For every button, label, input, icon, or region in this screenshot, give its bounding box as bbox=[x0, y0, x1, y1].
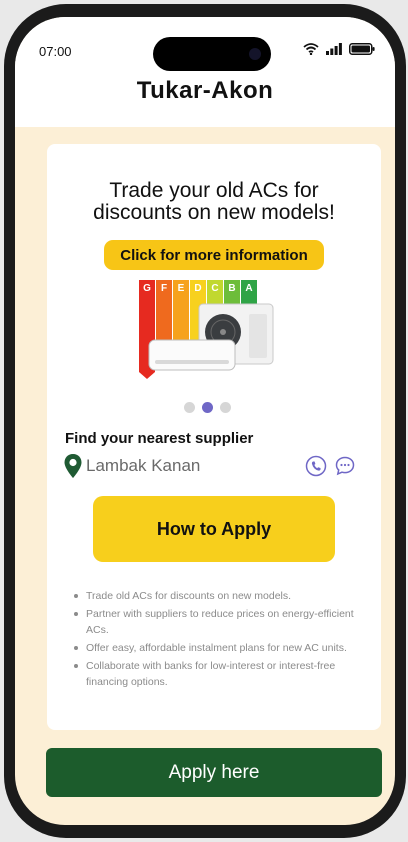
outdoor-panel bbox=[249, 314, 267, 358]
indoor-vent bbox=[155, 360, 229, 364]
phone-icon bbox=[305, 455, 327, 477]
more-info-button[interactable]: Click for more information bbox=[104, 240, 324, 270]
app-title: Tukar-Akon bbox=[136, 77, 274, 104]
indoor-unit bbox=[148, 339, 236, 371]
status-time: 07:00 bbox=[39, 44, 72, 59]
energy-grade-label: E bbox=[178, 283, 185, 294]
energy-grade-label: F bbox=[161, 283, 167, 294]
fan-hub bbox=[220, 329, 226, 335]
energy-grade-label: D bbox=[194, 283, 201, 294]
chat-bubble-icon bbox=[335, 456, 355, 476]
benefit-item: Offer easy, affordable instalment plans … bbox=[73, 640, 363, 656]
benefit-item: Partner with suppliers to reduce prices … bbox=[73, 606, 363, 638]
call-supplier-button[interactable] bbox=[305, 455, 327, 477]
energy-grade-label: A bbox=[245, 283, 252, 294]
headline-line-2: discounts on new models! bbox=[93, 201, 335, 224]
apply-here-button[interactable]: Apply here bbox=[46, 748, 382, 797]
battery-icon bbox=[349, 43, 375, 55]
supplier-title: Find your nearest supplier bbox=[65, 430, 254, 447]
benefit-item: Collaborate with banks for low-interest … bbox=[73, 658, 363, 690]
info-card: Trade your old ACs for discounts on new … bbox=[47, 144, 381, 730]
carousel-indicator bbox=[184, 402, 231, 413]
wifi-icon bbox=[303, 43, 319, 55]
dynamic-island bbox=[153, 37, 271, 71]
benefits-list: Trade old ACs for discounts on new model… bbox=[73, 588, 363, 692]
banner-headline: Trade your old ACs for discounts on new … bbox=[47, 180, 381, 224]
app-header: 07:00 Tukar-Akon bbox=[15, 17, 395, 127]
supplier-location[interactable]: Lambak Kanan bbox=[86, 456, 200, 476]
location-pin-icon bbox=[64, 454, 82, 478]
benefit-item: Trade old ACs for discounts on new model… bbox=[73, 588, 363, 604]
carousel-dot[interactable] bbox=[220, 402, 231, 413]
status-icons bbox=[303, 43, 375, 55]
phone-frame: 07:00 Tukar-Akon Trade your old ACs for … bbox=[4, 4, 406, 838]
carousel-dot[interactable] bbox=[184, 402, 195, 413]
camera-icon bbox=[249, 48, 261, 60]
energy-grade-label: B bbox=[228, 283, 235, 294]
message-supplier-button[interactable] bbox=[334, 455, 356, 477]
how-to-apply-button[interactable]: How to Apply bbox=[93, 496, 335, 562]
signal-icon bbox=[326, 43, 342, 55]
headline-line-1: Trade your old ACs for bbox=[109, 179, 319, 202]
carousel-dot[interactable] bbox=[202, 402, 213, 413]
energy-grade-label: G bbox=[143, 283, 151, 294]
energy-grade-label: C bbox=[211, 283, 218, 294]
energy-rating-ac-illustration[interactable]: GFEDCBA bbox=[135, 274, 305, 394]
phone-screen: 07:00 Tukar-Akon Trade your old ACs for … bbox=[15, 17, 395, 825]
